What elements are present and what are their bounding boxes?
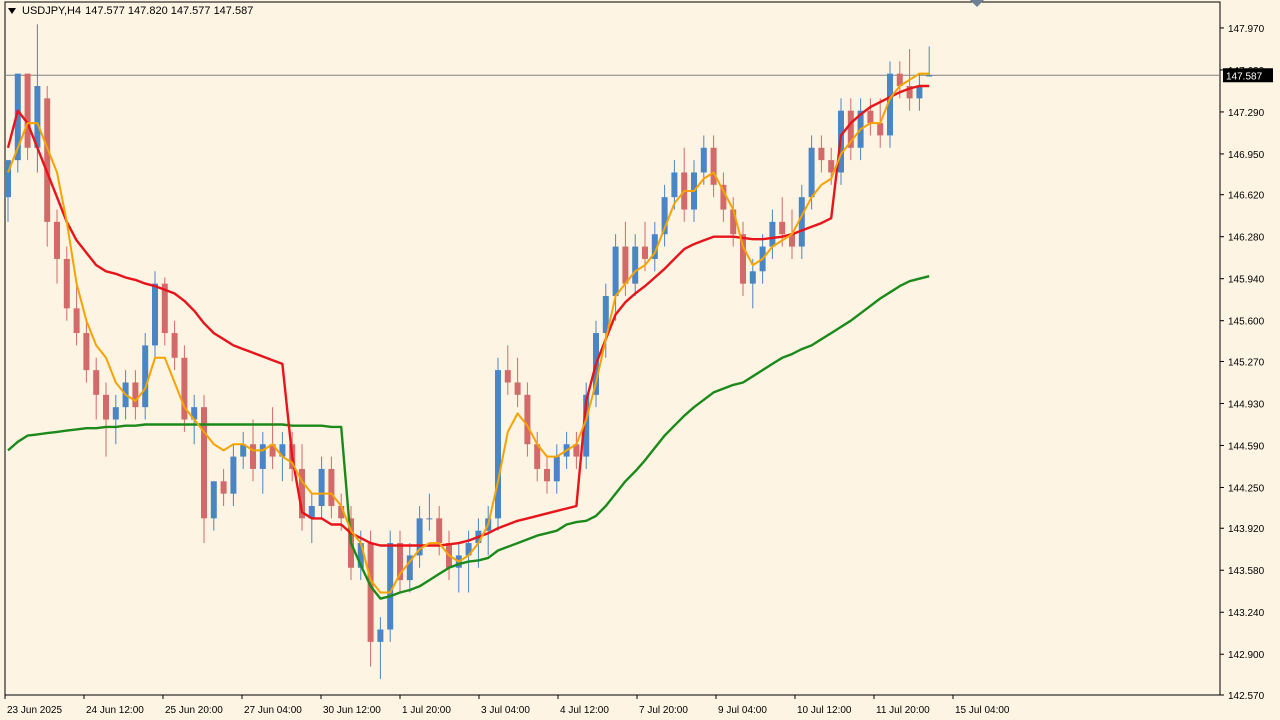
candle-body: [220, 481, 227, 494]
candle-body: [230, 456, 237, 494]
candle-body: [426, 518, 433, 520]
candle-body: [171, 333, 178, 358]
candle-body: [436, 518, 443, 544]
candle-body: [142, 345, 149, 408]
y-tick-label: 144.930: [1228, 399, 1265, 410]
y-tick-label: 146.950: [1228, 150, 1265, 161]
y-tick-label: 145.600: [1228, 317, 1265, 328]
x-tick-label: 23 Jun 2025: [7, 705, 62, 716]
candle-body: [387, 543, 394, 630]
candle-body: [524, 394, 531, 445]
y-tick-label: 147.970: [1228, 24, 1265, 35]
y-tick-label: 143.240: [1228, 608, 1265, 619]
candle-body: [54, 221, 60, 259]
candle-body: [700, 147, 707, 173]
ohlc-values: 147.577 147.820 147.577 147.587: [85, 5, 254, 17]
candle-body: [612, 246, 619, 296]
y-tick-label: 145.270: [1228, 357, 1265, 368]
candle-body: [210, 481, 217, 519]
candle-body: [749, 271, 756, 284]
symbol-timeframe: USDJPY,H4: [22, 5, 82, 17]
chart-area[interactable]: 147.970147.630147.290146.950146.620146.2…: [0, 0, 1280, 720]
y-tick-label: 145.940: [1228, 275, 1265, 286]
candle-body: [808, 147, 815, 198]
candle-body: [798, 197, 805, 247]
y-tick-label: 142.570: [1228, 691, 1265, 702]
y-tick-label: 144.250: [1228, 483, 1265, 494]
y-tick-label: 143.920: [1228, 524, 1265, 535]
price-chart[interactable]: 147.970147.630147.290146.950146.620146.2…: [0, 0, 1280, 720]
dropdown-triangle-icon[interactable]: [8, 8, 16, 14]
candle: [387, 530, 394, 642]
x-tick-label: 3 Jul 04:00: [481, 705, 530, 716]
candle-body: [504, 370, 511, 383]
y-tick-label: 147.290: [1228, 108, 1265, 119]
x-tick-label: 7 Jul 20:00: [639, 705, 688, 716]
candle-body: [926, 75, 933, 77]
x-tick-label: 9 Jul 04:00: [718, 705, 767, 716]
plot-frame: [4, 1, 1221, 696]
x-tick-label: 27 Jun 04:00: [244, 705, 302, 716]
x-tick-label: 10 Jul 12:00: [797, 705, 852, 716]
candle-body: [24, 73, 31, 148]
x-tick-label: 25 Jun 20:00: [165, 705, 223, 716]
y-tick-label: 144.590: [1228, 441, 1265, 452]
y-tick-label: 142.900: [1228, 650, 1265, 661]
candle: [142, 333, 149, 420]
candle-body: [377, 629, 384, 642]
candle-body: [63, 258, 70, 309]
current-price-label: 147.587: [1226, 71, 1263, 82]
candle-body: [544, 468, 550, 482]
y-tick-label: 146.620: [1228, 191, 1265, 202]
candle-body: [83, 333, 90, 371]
candle-body: [916, 86, 923, 99]
y-tick-label: 143.580: [1228, 566, 1265, 577]
candle-body: [779, 221, 786, 235]
candle: [152, 271, 158, 358]
candle-body: [818, 147, 825, 161]
candle-body: [514, 382, 521, 395]
candle-body: [553, 456, 560, 482]
x-tick-label: 24 Jun 12:00: [86, 705, 144, 716]
candle: [495, 357, 501, 531]
y-tick-label: 146.280: [1228, 233, 1265, 244]
candle-body: [93, 370, 100, 395]
candle-body: [112, 407, 119, 420]
x-tick-label: 15 Jul 04:00: [955, 705, 1010, 716]
candle-body: [877, 123, 884, 136]
candle-body: [328, 468, 335, 506]
candle-body: [671, 172, 678, 198]
candle-body: [44, 98, 51, 222]
candle: [24, 73, 31, 161]
candle-body: [495, 370, 501, 519]
x-tick-label: 30 Jun 12:00: [323, 705, 381, 716]
x-tick-label: 1 Jul 20:00: [402, 705, 451, 716]
chart-title-bar: USDJPY,H4 147.577 147.820 147.577 147.58…: [8, 4, 253, 18]
candle-body: [622, 246, 629, 284]
x-tick-label: 4 Jul 12:00: [560, 705, 609, 716]
candle-body: [132, 382, 139, 408]
candle-body: [367, 543, 374, 642]
candle-body: [103, 394, 109, 420]
candle-body: [867, 110, 874, 124]
candle-body: [632, 246, 639, 284]
candle-body: [73, 308, 80, 334]
candle: [181, 345, 188, 432]
candle-body: [152, 283, 158, 346]
candle-body: [710, 147, 717, 185]
candle-body: [34, 86, 41, 148]
candle-body: [769, 221, 776, 247]
candle-body: [642, 246, 648, 259]
candle-body: [318, 468, 325, 506]
x-tick-label: 11 Jul 20:00: [876, 705, 930, 716]
